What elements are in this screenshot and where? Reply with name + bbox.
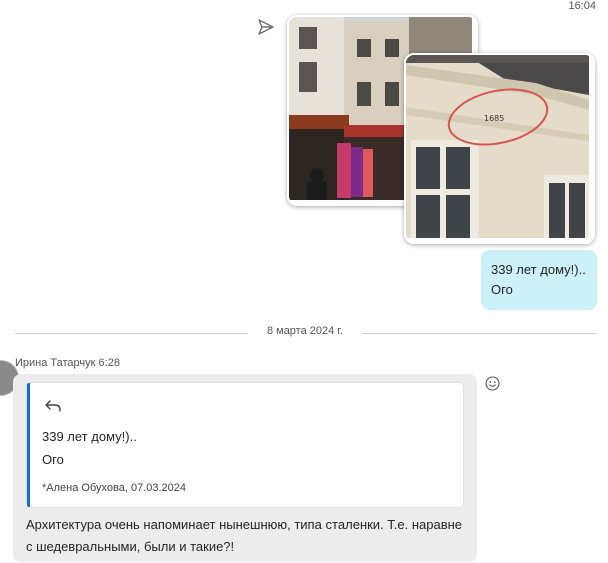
quote-accent-bar: [27, 383, 30, 507]
smiley-icon[interactable]: [485, 376, 500, 391]
quoted-source: *Алена Обухова, 07.03.2024: [42, 482, 187, 494]
date-divider-line: [15, 333, 248, 334]
quoted-line2: Ого: [42, 452, 64, 467]
date-divider-line: [362, 333, 597, 334]
send-icon: [256, 17, 276, 37]
outgoing-message-line2: Ого: [491, 282, 513, 297]
outgoing-message-line1: 339 лет дому!)..: [491, 262, 586, 277]
outgoing-message-bubble[interactable]: 339 лет дому!).. Ого: [481, 250, 597, 310]
attached-photo-facade[interactable]: 1685: [404, 53, 595, 244]
quoted-line1: 339 лет дому!)..: [42, 429, 137, 444]
incoming-message-text: Архитектура очень напоминает нынешнюю, т…: [26, 517, 463, 554]
message-timestamp: 16:04: [568, 0, 596, 12]
sender-name: Ирина Татарчук 6:28: [15, 357, 120, 369]
date-divider: 8 марта 2024 г.: [266, 325, 344, 337]
reply-arrow-icon: [44, 398, 62, 414]
photo-date-mark: 1685: [484, 114, 504, 123]
